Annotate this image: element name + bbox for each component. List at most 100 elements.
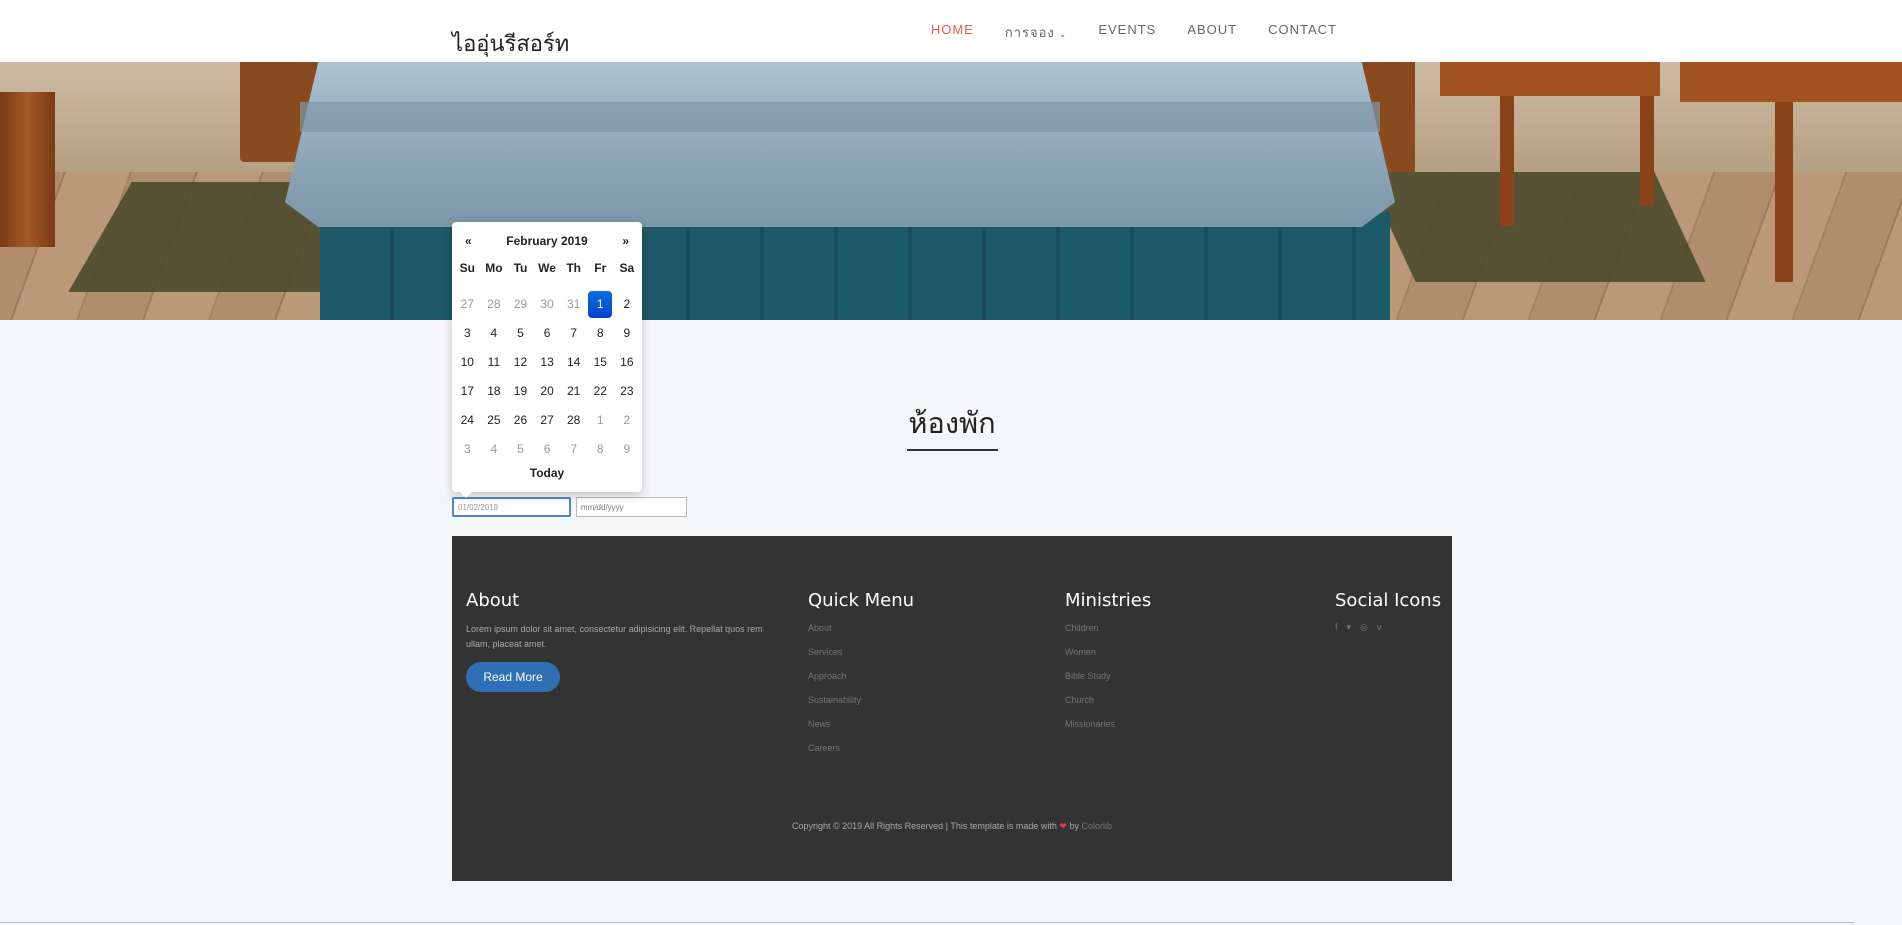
calendar-day[interactable]: 19 <box>507 377 534 406</box>
calendar-day[interactable]: 29 <box>507 290 534 319</box>
hero-rug-right <box>1364 172 1706 282</box>
calendar-day[interactable]: 20 <box>534 377 561 406</box>
quick-link-news[interactable]: News <box>808 719 861 743</box>
calendar-day[interactable]: 2 <box>614 406 641 435</box>
calendar-day[interactable]: 31 <box>560 290 587 319</box>
calendar-day[interactable]: 26 <box>507 406 534 435</box>
weekday-label: Tu <box>513 261 528 275</box>
calendar-day[interactable]: 4 <box>481 319 508 348</box>
footer-quick-menu-heading: Quick Menu <box>808 590 915 611</box>
ministries-link-missionaries[interactable]: Missionaries <box>1065 719 1115 743</box>
calendar-day[interactable]: 21 <box>560 377 587 406</box>
nav-events[interactable]: EVENTS <box>1098 22 1156 43</box>
calendar-day[interactable]: 28 <box>481 290 508 319</box>
chevron-down-icon: ⌄ <box>1058 29 1068 39</box>
calendar-day[interactable]: 25 <box>481 406 508 435</box>
site-brand[interactable]: ไออุ่นรีสอร์ท <box>452 26 569 61</box>
footer-ministries-heading: Ministries <box>1065 590 1152 611</box>
ministries-link-bible-study[interactable]: Bible Study <box>1065 671 1115 695</box>
calendar-day[interactable]: 10 <box>454 348 481 377</box>
ministries-link-women[interactable]: Women <box>1065 647 1115 671</box>
hero-table-leg <box>1500 96 1514 226</box>
quick-link-services[interactable]: Services <box>808 647 861 671</box>
calendar-day[interactable]: 6 <box>534 435 561 464</box>
calendar-day[interactable]: 13 <box>534 348 561 377</box>
calendar-day[interactable]: 12 <box>507 348 534 377</box>
nav-booking[interactable]: การจอง ⌄ <box>1005 22 1067 43</box>
calendar-day[interactable]: 4 <box>481 435 508 464</box>
calendar-day[interactable]: 3 <box>454 435 481 464</box>
ministries-list: Children Women Bible Study Church Missio… <box>1065 623 1115 743</box>
calendar-day[interactable]: 16 <box>614 348 641 377</box>
checkout-date-input[interactable] <box>576 497 687 517</box>
datepicker-grid: Su Mo Tu We Th Fr Sa 27 28 29 30 31 1 2 … <box>454 261 640 464</box>
calendar-day[interactable]: 30 <box>534 290 561 319</box>
copyright-by: by <box>1069 821 1079 831</box>
read-more-button[interactable]: Read More <box>466 662 560 692</box>
calendar-day[interactable]: 18 <box>481 377 508 406</box>
quick-link-careers[interactable]: Careers <box>808 743 861 767</box>
calendar-day[interactable]: 5 <box>507 435 534 464</box>
calendar-day[interactable]: 17 <box>454 377 481 406</box>
hero-table-left <box>0 92 55 247</box>
nav-home[interactable]: HOME <box>931 22 974 43</box>
calendar-day[interactable]: 27 <box>534 406 561 435</box>
weekday-label: Sa <box>619 261 635 275</box>
site-footer: About Lorem ipsum dolor sit amet, consec… <box>452 536 1452 881</box>
calendar-day[interactable]: 28 <box>560 406 587 435</box>
calendar-day[interactable]: 14 <box>560 348 587 377</box>
ministries-link-church[interactable]: Church <box>1065 695 1115 719</box>
weekday-label: Su <box>459 261 475 275</box>
calendar-day[interactable]: 7 <box>560 435 587 464</box>
calendar-day[interactable]: 11 <box>481 348 508 377</box>
today-button[interactable]: Today <box>452 466 642 480</box>
datepicker-header: « February 2019 » <box>452 222 642 258</box>
facebook-icon[interactable]: f <box>1335 622 1338 633</box>
heart-icon: ❤ <box>1059 821 1067 831</box>
weekday-label: Th <box>566 261 581 275</box>
checkin-date-input[interactable] <box>452 497 571 517</box>
vimeo-icon[interactable]: v <box>1377 622 1382 633</box>
calendar-day[interactable]: 15 <box>587 348 614 377</box>
calendar-day[interactable]: 1 <box>587 406 614 435</box>
hero-desk-leg <box>1775 102 1793 282</box>
calendar-day[interactable]: 24 <box>454 406 481 435</box>
calendar-day[interactable]: 23 <box>614 377 641 406</box>
quick-menu-list: About Services Approach Sustainability N… <box>808 623 861 767</box>
colorlib-link[interactable]: Colorlib <box>1082 821 1113 831</box>
calendar-day[interactable]: 6 <box>534 319 561 348</box>
section-title: ห้องพัก <box>908 406 996 440</box>
calendar-day[interactable]: 22 <box>587 377 614 406</box>
instagram-icon[interactable]: ◎ <box>1360 622 1368 633</box>
calendar-day[interactable]: 27 <box>454 290 481 319</box>
calendar-day-selected[interactable]: 1 <box>587 290 614 319</box>
calendar-day[interactable]: 8 <box>587 435 614 464</box>
quick-link-about[interactable]: About <box>808 623 861 647</box>
quick-link-approach[interactable]: Approach <box>808 671 861 695</box>
twitter-icon[interactable]: ▾ <box>1347 622 1352 633</box>
footer-about-text: Lorem ipsum dolor sit amet, consectetur … <box>466 624 763 649</box>
calendar-day[interactable]: 9 <box>614 319 641 348</box>
calendar-day[interactable]: 7 <box>560 319 587 348</box>
social-icons: f ▾ ◎ v <box>1335 622 1381 633</box>
weekday-label: Mo <box>485 261 503 275</box>
quick-link-sustainability[interactable]: Sustainability <box>808 695 861 719</box>
nav-booking-label: การจอง <box>1004 25 1055 40</box>
hero-table-leg <box>1640 96 1654 206</box>
ministries-link-children[interactable]: Children <box>1065 623 1115 647</box>
calendar-day[interactable]: 3 <box>454 319 481 348</box>
prev-month-button[interactable]: « <box>465 234 472 248</box>
next-month-button[interactable]: » <box>622 234 629 248</box>
footer-social-heading: Social Icons <box>1335 590 1442 611</box>
datepicker-month-title[interactable]: February 2019 <box>492 234 602 248</box>
selected-day-label: 1 <box>588 291 613 318</box>
calendar-day[interactable]: 8 <box>587 319 614 348</box>
nav-contact[interactable]: CONTACT <box>1268 22 1337 43</box>
calendar-day[interactable]: 9 <box>614 435 641 464</box>
datepicker-popup: « February 2019 » Su Mo Tu We Th Fr Sa 2… <box>452 222 642 498</box>
calendar-day[interactable]: 2 <box>614 290 641 319</box>
nav-about[interactable]: ABOUT <box>1187 22 1237 43</box>
copyright-line: Copyright © 2019 All Rights Reserved | T… <box>452 821 1452 832</box>
top-navbar: ไออุ่นรีสอร์ท HOME การจอง ⌄ EVENTS ABOUT … <box>0 0 1902 62</box>
calendar-day[interactable]: 5 <box>507 319 534 348</box>
